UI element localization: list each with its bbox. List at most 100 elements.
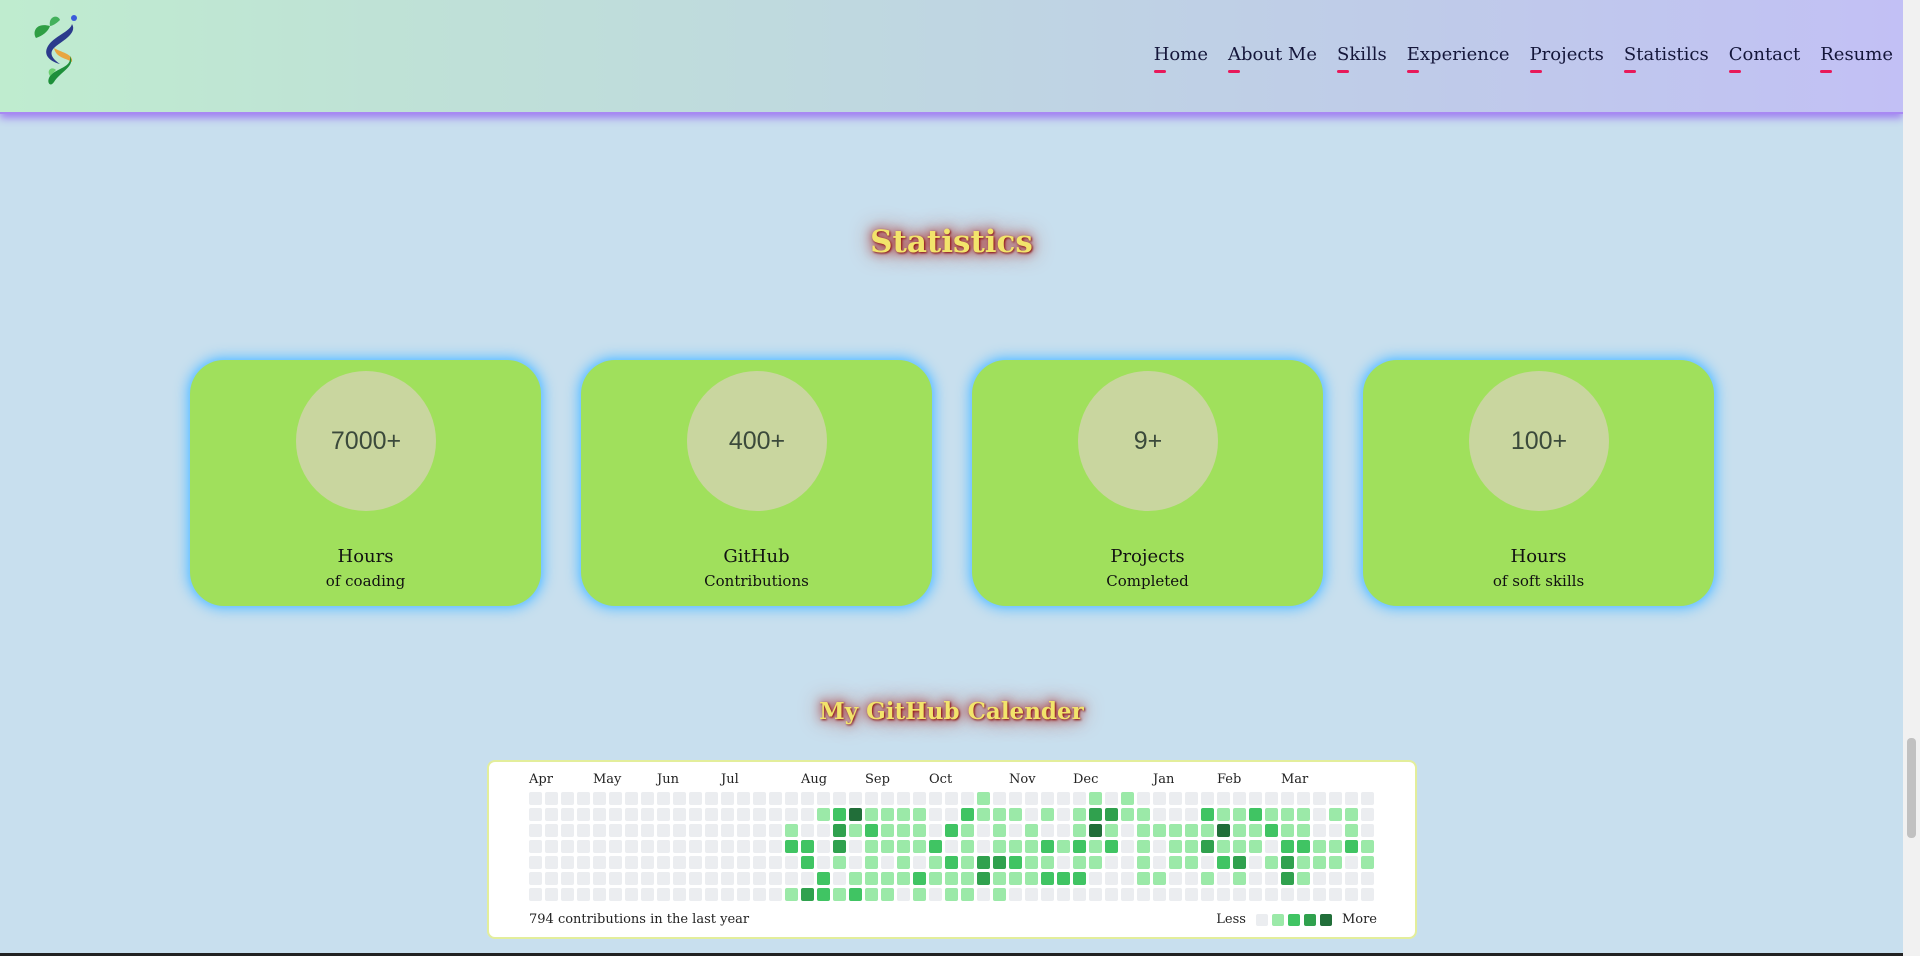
contribution-cell[interactable] <box>1009 808 1022 821</box>
contribution-cell[interactable] <box>737 792 750 805</box>
contribution-cell[interactable] <box>1361 808 1374 821</box>
contribution-cell[interactable] <box>1041 808 1054 821</box>
contribution-cell[interactable] <box>1361 856 1374 869</box>
contribution-cell[interactable] <box>625 888 638 901</box>
contribution-cell[interactable] <box>1265 792 1278 805</box>
contribution-cell[interactable] <box>673 872 686 885</box>
contribution-cell[interactable] <box>1153 888 1166 901</box>
contribution-cell[interactable] <box>1329 808 1342 821</box>
contribution-cell[interactable] <box>1313 856 1326 869</box>
contribution-cell[interactable] <box>993 888 1006 901</box>
contribution-cell[interactable] <box>705 792 718 805</box>
contribution-cell[interactable] <box>849 840 862 853</box>
contribution-cell[interactable] <box>721 856 734 869</box>
contribution-cell[interactable] <box>1025 856 1038 869</box>
contribution-cell[interactable] <box>1137 856 1150 869</box>
contribution-cell[interactable] <box>1201 824 1214 837</box>
contribution-cell[interactable] <box>1057 792 1070 805</box>
contribution-cell[interactable] <box>1249 808 1262 821</box>
contribution-cell[interactable] <box>1217 888 1230 901</box>
scrollbar-thumb[interactable] <box>1907 738 1916 838</box>
contribution-cell[interactable] <box>1121 856 1134 869</box>
contribution-cell[interactable] <box>929 856 942 869</box>
contribution-cell[interactable] <box>1297 888 1310 901</box>
contribution-cell[interactable] <box>641 840 654 853</box>
contribution-cell[interactable] <box>1329 792 1342 805</box>
contribution-cell[interactable] <box>1073 792 1086 805</box>
contribution-cell[interactable] <box>881 856 894 869</box>
contribution-cell[interactable] <box>817 872 830 885</box>
contribution-cell[interactable] <box>865 840 878 853</box>
contribution-cell[interactable] <box>1361 888 1374 901</box>
contribution-cell[interactable] <box>641 792 654 805</box>
contribution-cell[interactable] <box>705 824 718 837</box>
contribution-cell[interactable] <box>1185 888 1198 901</box>
contribution-cell[interactable] <box>1089 856 1102 869</box>
contribution-cell[interactable] <box>1121 824 1134 837</box>
contribution-cell[interactable] <box>1153 824 1166 837</box>
contribution-cell[interactable] <box>1137 888 1150 901</box>
contribution-cell[interactable] <box>641 888 654 901</box>
contribution-cell[interactable] <box>961 808 974 821</box>
nav-skills[interactable]: Skills <box>1337 44 1387 73</box>
contribution-cell[interactable] <box>561 856 574 869</box>
contribution-cell[interactable] <box>593 792 606 805</box>
contribution-cell[interactable] <box>657 872 670 885</box>
contribution-cell[interactable] <box>769 872 782 885</box>
contribution-cell[interactable] <box>1201 808 1214 821</box>
contribution-cell[interactable] <box>545 888 558 901</box>
contribution-cell[interactable] <box>1217 808 1230 821</box>
contribution-cell[interactable] <box>1361 824 1374 837</box>
contribution-cell[interactable] <box>753 824 766 837</box>
contribution-cell[interactable] <box>529 888 542 901</box>
logo-icon[interactable] <box>30 12 84 88</box>
contribution-cell[interactable] <box>801 856 814 869</box>
contribution-cell[interactable] <box>1073 856 1086 869</box>
contribution-cell[interactable] <box>1345 856 1358 869</box>
contribution-cell[interactable] <box>865 872 878 885</box>
contribution-cell[interactable] <box>945 888 958 901</box>
contribution-cell[interactable] <box>1313 872 1326 885</box>
contribution-cell[interactable] <box>1265 840 1278 853</box>
contribution-cell[interactable] <box>769 856 782 869</box>
contribution-cell[interactable] <box>737 888 750 901</box>
contribution-cell[interactable] <box>1009 856 1022 869</box>
contribution-cell[interactable] <box>1297 824 1310 837</box>
contribution-cell[interactable] <box>1137 824 1150 837</box>
contribution-cell[interactable] <box>721 888 734 901</box>
contribution-cell[interactable] <box>1185 856 1198 869</box>
contribution-cell[interactable] <box>609 872 622 885</box>
contribution-cell[interactable] <box>1185 808 1198 821</box>
contribution-cell[interactable] <box>625 808 638 821</box>
contribution-cell[interactable] <box>865 792 878 805</box>
contribution-cell[interactable] <box>1297 808 1310 821</box>
contribution-cell[interactable] <box>1121 808 1134 821</box>
contribution-cell[interactable] <box>1137 872 1150 885</box>
contribution-cell[interactable] <box>1329 888 1342 901</box>
contribution-cell[interactable] <box>1265 872 1278 885</box>
contribution-cell[interactable] <box>609 792 622 805</box>
contribution-cell[interactable] <box>689 856 702 869</box>
contribution-cell[interactable] <box>609 856 622 869</box>
contribution-cell[interactable] <box>1009 792 1022 805</box>
contribution-cell[interactable] <box>1025 808 1038 821</box>
contribution-cell[interactable] <box>1121 872 1134 885</box>
contribution-cell[interactable] <box>753 872 766 885</box>
contribution-cell[interactable] <box>1073 872 1086 885</box>
contribution-cell[interactable] <box>785 824 798 837</box>
contribution-cell[interactable] <box>1185 872 1198 885</box>
contribution-cell[interactable] <box>769 888 782 901</box>
contribution-cell[interactable] <box>625 856 638 869</box>
contribution-cell[interactable] <box>897 824 910 837</box>
contribution-cell[interactable] <box>833 792 846 805</box>
contribution-cell[interactable] <box>849 792 862 805</box>
contribution-cell[interactable] <box>913 872 926 885</box>
contribution-cell[interactable] <box>1185 824 1198 837</box>
contribution-cell[interactable] <box>993 808 1006 821</box>
contribution-cell[interactable] <box>1105 840 1118 853</box>
contribution-cell[interactable] <box>1041 888 1054 901</box>
nav-home[interactable]: Home <box>1153 44 1208 73</box>
contribution-cell[interactable] <box>801 888 814 901</box>
contribution-cell[interactable] <box>737 824 750 837</box>
contribution-cell[interactable] <box>1009 824 1022 837</box>
